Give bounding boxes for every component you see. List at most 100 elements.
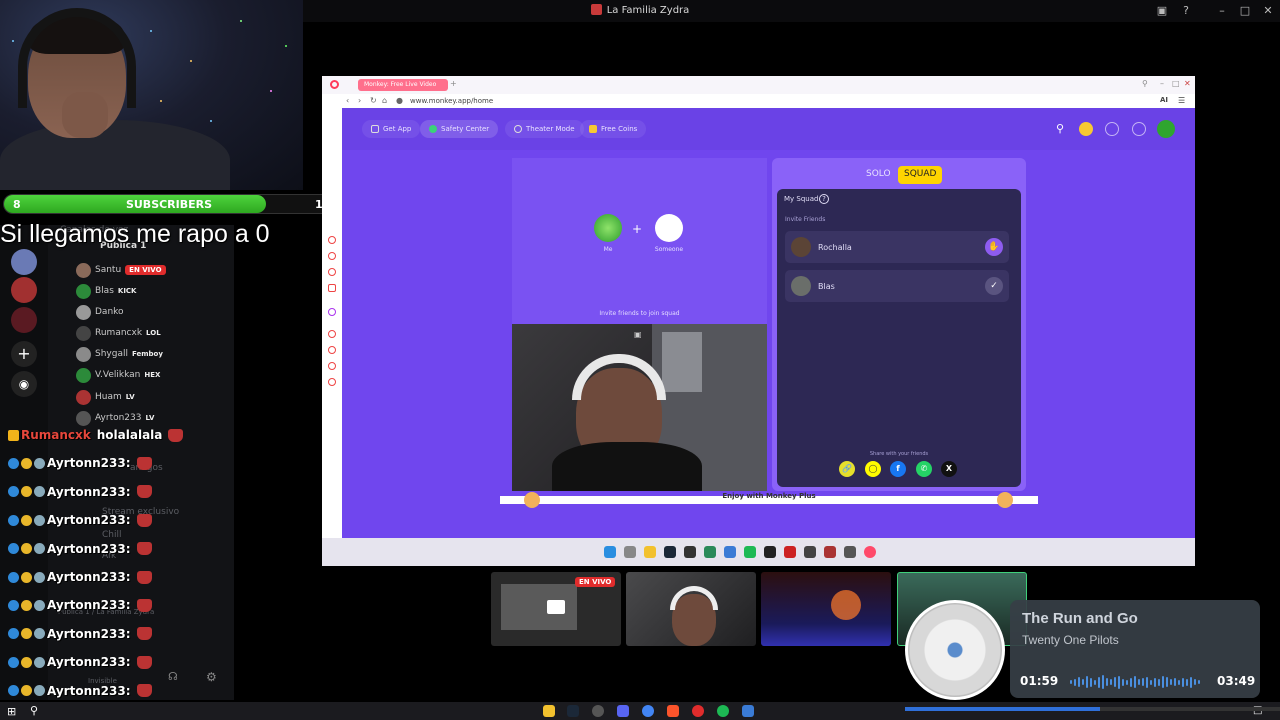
history-icon[interactable] xyxy=(1105,122,1119,136)
folder-icon[interactable] xyxy=(644,546,656,558)
flip-camera-icon[interactable]: ▣ xyxy=(634,330,642,339)
forward-icon[interactable]: › xyxy=(358,96,361,105)
steam-icon[interactable] xyxy=(567,705,579,717)
voice-member-row[interactable]: Blas KICK xyxy=(76,281,136,301)
close-icon[interactable]: ✕ xyxy=(1184,79,1191,88)
spotify-icon[interactable] xyxy=(744,546,756,558)
wolf-emote-icon xyxy=(136,485,152,499)
sidebar-icon[interactable] xyxy=(328,346,336,354)
messages-icon[interactable] xyxy=(1132,122,1146,136)
stream-preview[interactable]: EN VIVO xyxy=(491,572,621,646)
search-tabs-icon[interactable]: ⚲ xyxy=(1142,79,1148,88)
voice-member-row[interactable]: Danko xyxy=(76,302,124,322)
search-icon[interactable]: ⚲ xyxy=(1053,122,1067,136)
voice-member-row[interactable]: Huam LV xyxy=(76,387,135,407)
search-icon[interactable] xyxy=(624,546,636,558)
member-name: Huam xyxy=(95,392,122,402)
free-coins-button[interactable]: Free Coins xyxy=(580,120,647,138)
app-icon[interactable] xyxy=(684,546,696,558)
app-icon[interactable] xyxy=(724,546,736,558)
snapchat-icon[interactable]: ◯ xyxy=(865,461,881,477)
sidebar-icon[interactable] xyxy=(328,308,336,316)
app-icon[interactable] xyxy=(784,546,796,558)
maximize-icon[interactable]: □ xyxy=(1237,4,1253,17)
voice-member-row[interactable]: Shygall Femboy xyxy=(76,344,163,364)
server-icon[interactable] xyxy=(11,249,37,275)
minimize-icon[interactable]: – xyxy=(1214,4,1230,17)
sidebar-icon[interactable] xyxy=(328,330,336,338)
opera-icon[interactable] xyxy=(864,546,876,558)
maximize-icon[interactable]: □ xyxy=(1172,79,1180,88)
help-icon[interactable]: ? xyxy=(819,194,829,204)
sidebar-icon[interactable] xyxy=(328,252,336,260)
copy-link-icon[interactable]: 🔗 xyxy=(839,461,855,477)
reload-icon[interactable]: ↻ xyxy=(370,96,377,105)
home-icon[interactable]: ⌂ xyxy=(382,96,387,105)
theater-mode-button[interactable]: Theater Mode xyxy=(505,120,584,138)
avatar[interactable] xyxy=(1157,120,1175,138)
app-icon[interactable] xyxy=(824,546,836,558)
ai-icon[interactable]: AI xyxy=(1160,96,1168,104)
spotify-icon[interactable] xyxy=(717,705,729,717)
app-icon[interactable] xyxy=(704,546,716,558)
avatar xyxy=(76,389,91,405)
chrome-icon[interactable] xyxy=(642,705,654,717)
server-icon[interactable] xyxy=(11,277,37,303)
discover-icon[interactable]: ◉ xyxy=(11,371,37,397)
invite-pending-icon[interactable]: ✋ xyxy=(985,238,1003,256)
folder-icon[interactable] xyxy=(543,705,555,717)
someone-avatar[interactable] xyxy=(655,214,683,242)
url-field[interactable]: www.monkey.app/home xyxy=(410,97,493,105)
minimize-icon[interactable]: – xyxy=(1160,79,1164,88)
sidebar-icon[interactable] xyxy=(328,378,336,386)
avatar xyxy=(76,325,91,341)
app-icon[interactable] xyxy=(804,546,816,558)
screen-share-icon xyxy=(547,600,565,614)
app-icon[interactable] xyxy=(692,705,704,717)
search-icon[interactable]: ⚲ xyxy=(30,704,38,717)
windows-start-icon[interactable]: ⊞ xyxy=(7,705,16,718)
solo-tab[interactable]: SOLO xyxy=(860,166,897,184)
voice-member-row[interactable]: Ayrton233 LV xyxy=(76,408,154,428)
check-icon[interactable]: ✓ xyxy=(985,277,1003,295)
menu-icon[interactable]: ☰ xyxy=(1178,96,1185,105)
inbox-icon[interactable]: ▣ xyxy=(1154,4,1170,17)
sidebar-icon[interactable] xyxy=(328,268,336,276)
discord-icon[interactable] xyxy=(617,705,629,717)
sidebar-icon[interactable] xyxy=(328,236,336,244)
stream-preview[interactable] xyxy=(761,572,891,646)
me-avatar xyxy=(594,214,622,242)
brave-icon[interactable] xyxy=(667,705,679,717)
monkey-plus-banner[interactable]: Enjoy with Monkey Plus xyxy=(500,492,1038,508)
sidebar-icon[interactable] xyxy=(328,284,336,292)
add-server-icon[interactable]: + xyxy=(11,341,37,367)
server-icon[interactable] xyxy=(11,307,37,333)
waveform-bar xyxy=(1150,679,1152,685)
squad-tab[interactable]: SQUAD xyxy=(898,166,943,184)
app-icon[interactable] xyxy=(844,546,856,558)
new-tab-icon[interactable]: + xyxy=(450,79,457,88)
stream-preview[interactable] xyxy=(626,572,756,646)
sidebar-icon[interactable] xyxy=(328,362,336,370)
browser-tab[interactable]: Monkey: Free Live Video xyxy=(358,79,448,91)
start-icon[interactable] xyxy=(604,546,616,558)
back-icon[interactable]: ‹ xyxy=(346,96,349,105)
coins-icon[interactable] xyxy=(1079,122,1093,136)
voice-member-row[interactable]: Santu EN VIVO xyxy=(76,260,166,280)
voice-member-row[interactable]: V.Velikkan HEX xyxy=(76,365,160,385)
help-icon[interactable]: ? xyxy=(1178,4,1194,17)
safety-center-button[interactable]: Safety Center xyxy=(420,120,499,138)
close-icon[interactable]: ✕ xyxy=(1260,4,1276,17)
friend-row[interactable]: Blas ✓ xyxy=(785,270,1009,302)
get-app-button[interactable]: Get App xyxy=(362,120,421,138)
friend-row[interactable]: Rochalla ✋ xyxy=(785,231,1009,263)
chat-username: Ayrtonn233: xyxy=(47,626,131,641)
voice-member-row[interactable]: Rumancxk LOL xyxy=(76,323,161,343)
facebook-icon[interactable]: f xyxy=(890,461,906,477)
whatsapp-icon[interactable]: ✆ xyxy=(916,461,932,477)
steam-icon[interactable] xyxy=(664,546,676,558)
app-icon[interactable] xyxy=(764,546,776,558)
x-icon[interactable]: X xyxy=(941,461,957,477)
app-icon[interactable] xyxy=(592,705,604,717)
app-icon[interactable] xyxy=(742,705,754,717)
